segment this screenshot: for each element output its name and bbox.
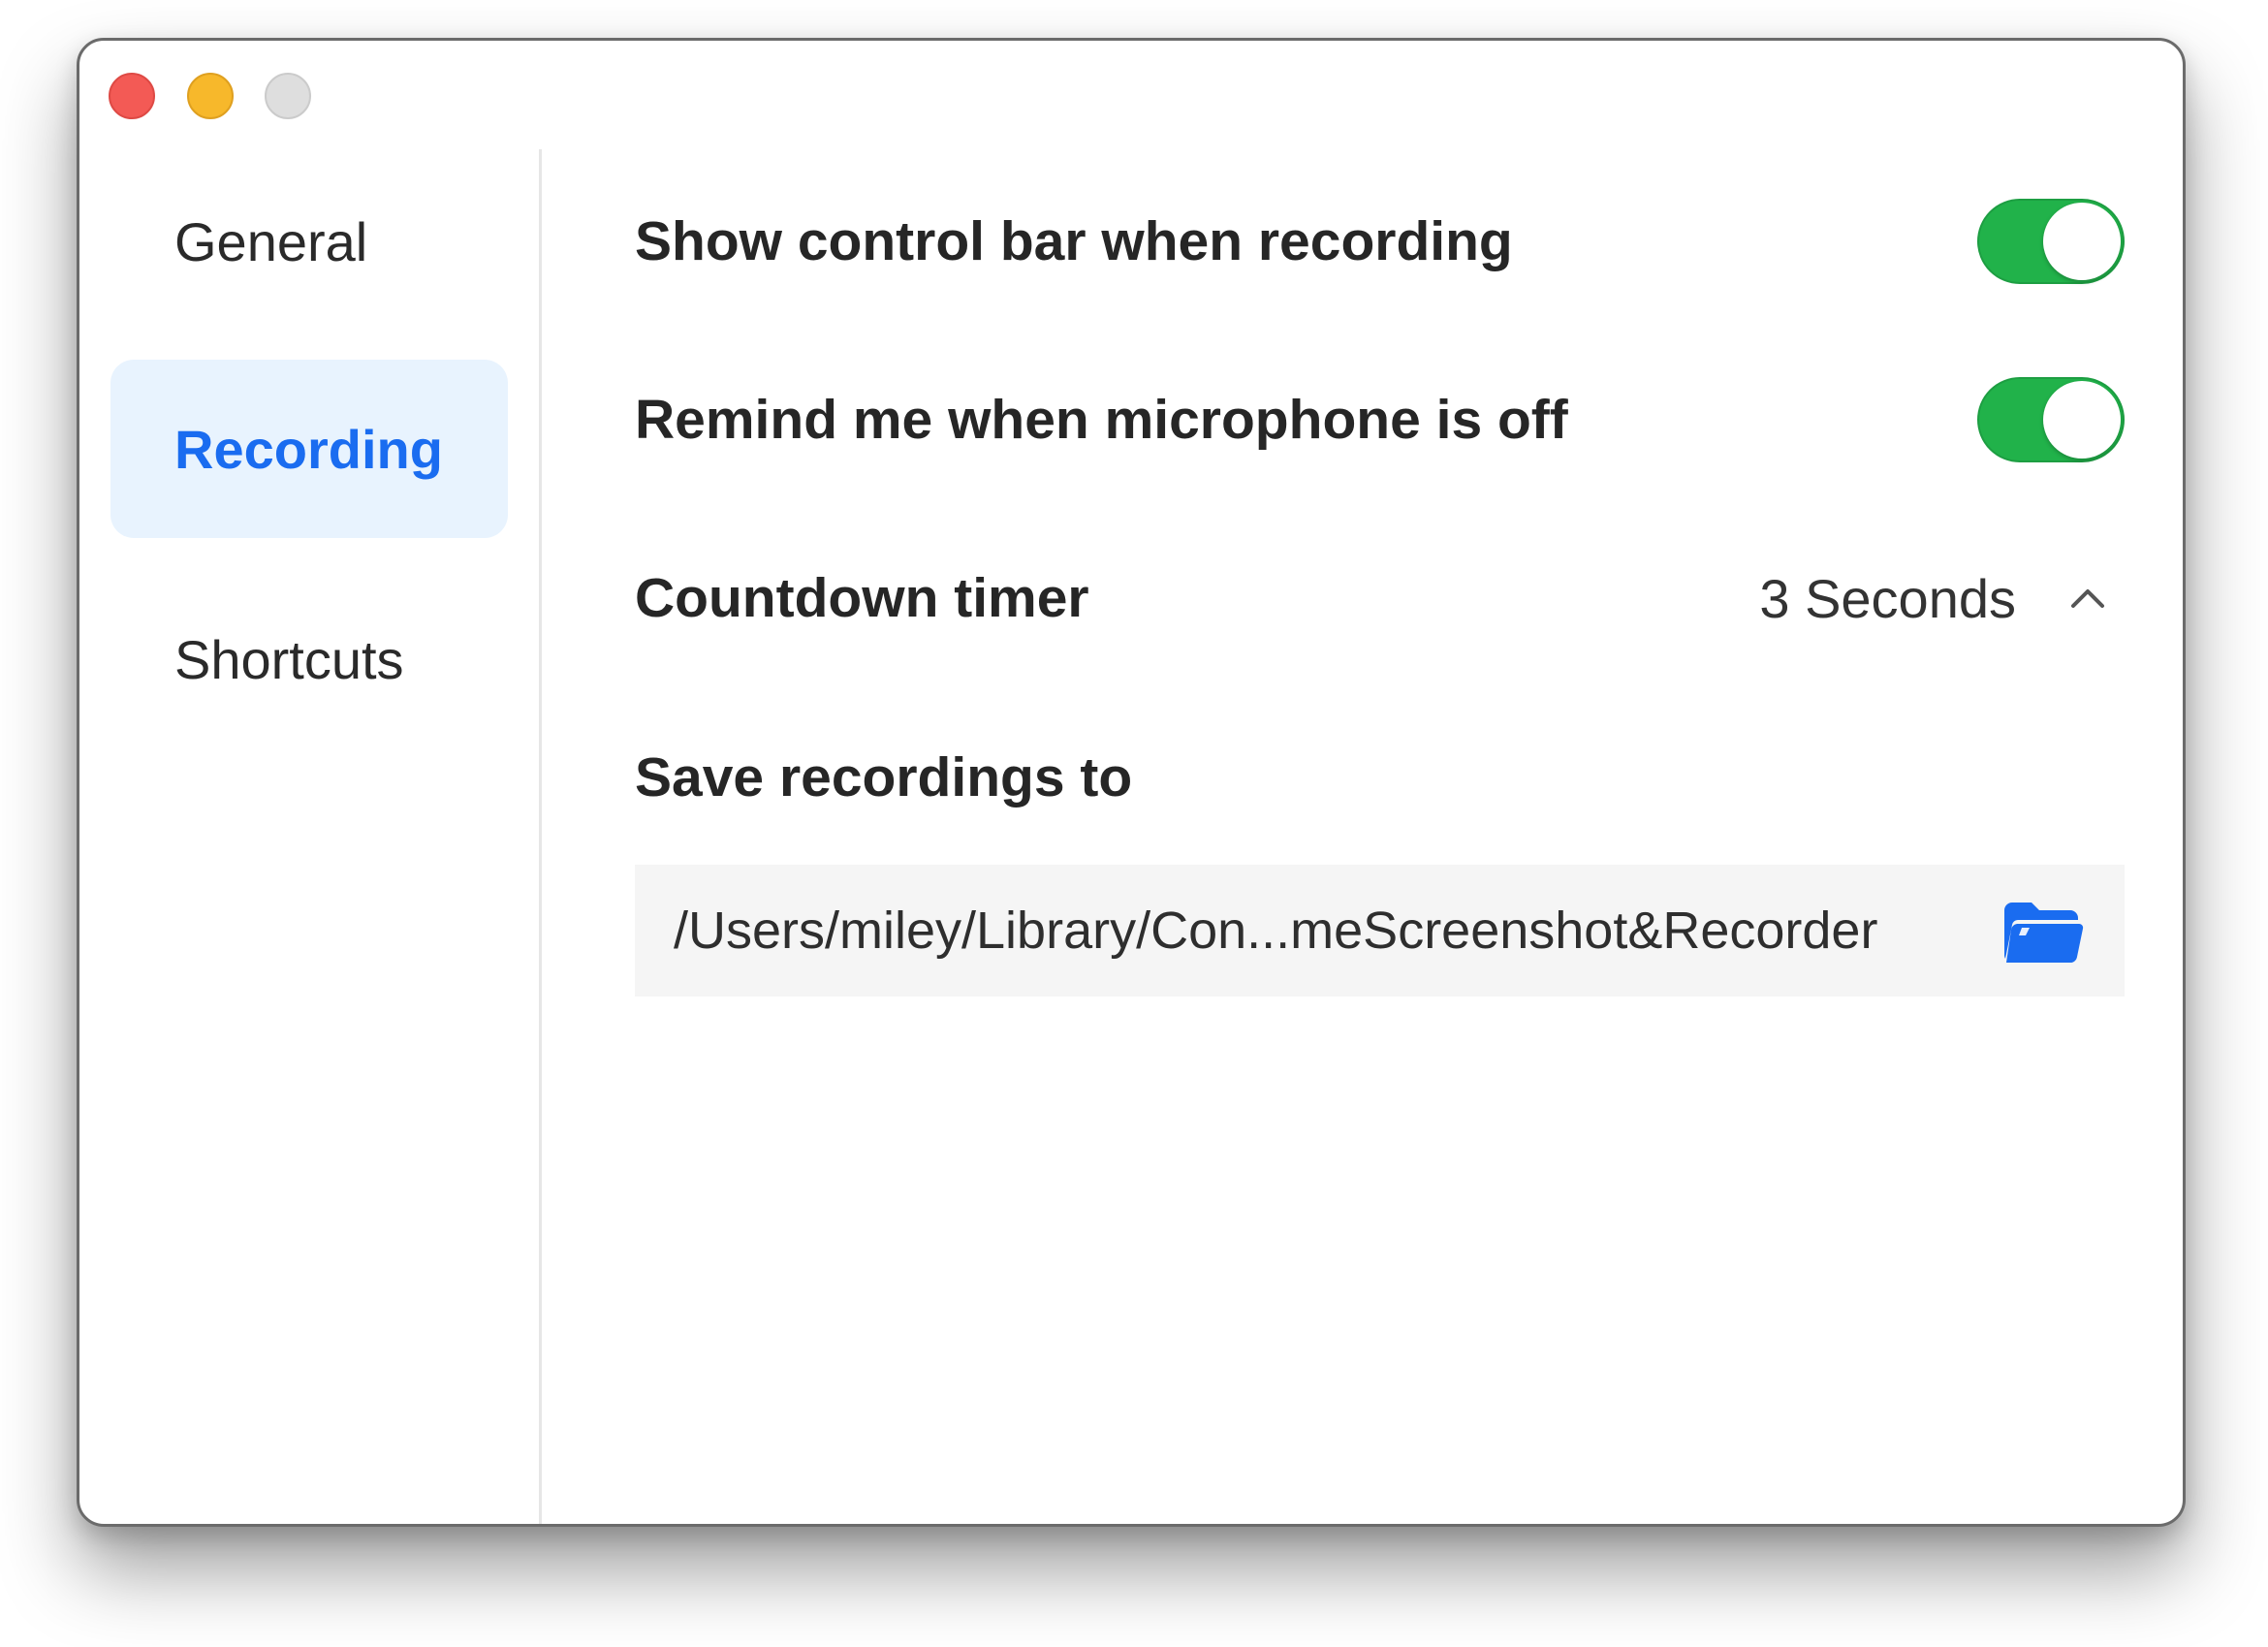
folder-icon[interactable] <box>2004 899 2084 963</box>
setting-row-save-location: Save recordings to <box>635 719 2125 836</box>
setting-label: Countdown timer <box>635 567 1089 629</box>
toggle-knob <box>2043 381 2121 459</box>
sidebar-item-label: Recording <box>174 418 443 480</box>
desktop-stage: General Recording Shortcuts Show control… <box>0 0 2268 1647</box>
setting-row-countdown: Countdown timer 3 Seconds <box>635 540 2125 656</box>
chevron-up-icon <box>2070 587 2105 609</box>
control-bar-toggle[interactable] <box>1977 199 2125 284</box>
microphone-reminder-toggle[interactable] <box>1977 377 2125 462</box>
sidebar-item-label: General <box>174 210 368 272</box>
save-path-text: /Users/miley/Library/Con...meScreenshot&… <box>674 902 1878 960</box>
settings-window: General Recording Shortcuts Show control… <box>77 38 2186 1527</box>
window-close-button[interactable] <box>109 73 155 119</box>
countdown-value: 3 Seconds <box>1759 567 2016 629</box>
sidebar-item-general[interactable]: General <box>110 152 508 331</box>
sidebar-item-shortcuts[interactable]: Shortcuts <box>110 570 508 748</box>
setting-label: Show control bar when recording <box>635 210 1513 272</box>
setting-label: Remind me when microphone is off <box>635 389 1568 451</box>
sidebar-divider <box>539 149 542 1524</box>
sidebar-item-recording[interactable]: Recording <box>110 360 508 538</box>
setting-row-microphone-reminder: Remind me when microphone is off <box>635 362 2125 478</box>
window-minimize-button[interactable] <box>187 73 234 119</box>
save-path-field[interactable]: /Users/miley/Library/Con...meScreenshot&… <box>635 865 2125 997</box>
setting-label: Save recordings to <box>635 746 1133 808</box>
sidebar-item-label: Shortcuts <box>174 628 404 690</box>
countdown-select[interactable]: 3 Seconds <box>1759 567 2105 630</box>
window-maximize-button[interactable] <box>265 73 311 119</box>
toggle-knob <box>2043 203 2121 280</box>
setting-row-control-bar: Show control bar when recording <box>635 183 2125 300</box>
